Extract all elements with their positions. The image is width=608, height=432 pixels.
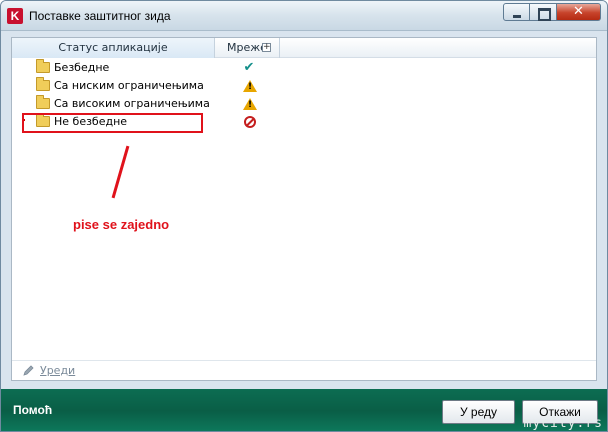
column-header-app-status[interactable]: Статус апликације <box>12 38 215 58</box>
checkmark-icon: ✔ <box>243 60 255 75</box>
maximize-button[interactable] <box>530 3 557 21</box>
annotation-text: pise se zajedno <box>73 217 170 232</box>
help-link[interactable]: Помоћ <box>13 403 52 417</box>
warning-icon: ! <box>243 80 257 92</box>
list-item-low-restrictions[interactable]: Са ниским ограничењима ! <box>12 77 596 95</box>
watermark-text: mycity.rs <box>523 416 603 431</box>
annotation-highlight-box <box>22 113 203 133</box>
firewall-settings-window: K Поставке заштитног зида ✕ Статус аплик… <box>0 0 608 432</box>
folder-icon <box>36 59 50 73</box>
blocked-icon <box>244 116 256 128</box>
list-item-high-restrictions[interactable]: Са високим ограничењима ! <box>12 95 596 113</box>
warning-icon: ! <box>243 98 257 110</box>
footer-bar: Помоћ У реду Откажи <box>1 389 607 431</box>
pencil-icon <box>23 365 34 376</box>
list-item-label: Безбедне <box>54 61 110 74</box>
column-header-networks-label: Мреже <box>227 41 267 54</box>
list-item-label: Са високим ограничењима <box>54 97 210 110</box>
window-title: Поставке заштитног зида <box>29 9 171 23</box>
table-header: Статус апликације Мреже + <box>12 38 596 58</box>
edit-bar: Уреди <box>12 360 596 380</box>
close-button[interactable]: ✕ <box>557 3 601 21</box>
list-item-safe[interactable]: Безбедне ✔ <box>12 59 596 77</box>
expand-icon[interactable]: + <box>262 43 271 52</box>
column-header-networks[interactable]: Мреже + <box>215 38 280 58</box>
folder-icon <box>36 77 50 91</box>
rules-panel: Статус апликације Мреже + Безбедне ✔ Са … <box>11 37 597 381</box>
minimize-button[interactable] <box>503 3 530 21</box>
folder-icon <box>36 95 50 109</box>
annotation-arrow-stroke <box>111 145 130 199</box>
close-icon: ✕ <box>573 4 584 19</box>
ok-button[interactable]: У реду <box>442 400 515 424</box>
list-item-label: Са ниским ограничењима <box>54 79 204 92</box>
window-controls: ✕ <box>503 3 601 21</box>
title-bar[interactable]: K Поставке заштитног зида ✕ <box>1 1 607 31</box>
kaspersky-logo-icon: K <box>7 8 23 24</box>
edit-link[interactable]: Уреди <box>40 364 75 377</box>
